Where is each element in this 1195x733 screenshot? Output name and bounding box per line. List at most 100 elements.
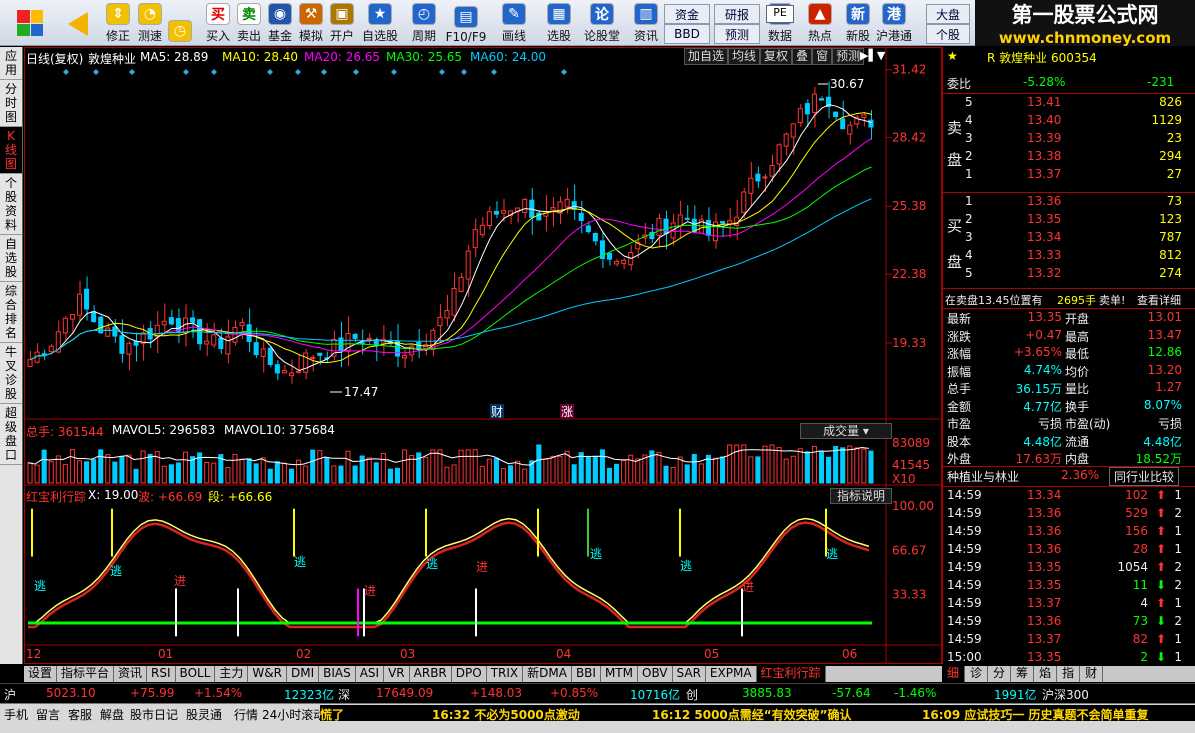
right-tab[interactable]: 细 bbox=[942, 666, 966, 682]
toolbar-button-period[interactable]: ◴ 周期 bbox=[404, 2, 444, 44]
industry-compare-button[interactable]: 同行业比较 bbox=[1109, 467, 1180, 486]
status-item[interactable]: 解盘 bbox=[100, 706, 124, 723]
status-item[interactable]: 留言 bbox=[36, 706, 60, 723]
industry-row: 种植业与林业 2.36% 同行业比较 bbox=[943, 467, 1195, 486]
toolbar-button-ipo[interactable]: 新新股 bbox=[838, 2, 878, 44]
indicator-tab[interactable]: 指标平台 bbox=[57, 666, 115, 682]
toolbar-small-button[interactable]: 研报 bbox=[714, 4, 760, 24]
left-tab-4[interactable]: 自选股 bbox=[0, 235, 22, 282]
candle-body bbox=[804, 103, 810, 115]
toolbar-button-label: 周期 bbox=[411, 29, 436, 43]
left-tab-3[interactable]: 个股资料 bbox=[0, 174, 22, 235]
back-button[interactable] bbox=[58, 2, 98, 44]
hs300-label: 沪深300 bbox=[1042, 688, 1089, 702]
chart-top-button[interactable]: 加自选 bbox=[684, 48, 729, 65]
candle-body bbox=[776, 144, 782, 165]
pe-button[interactable] bbox=[722, 22, 752, 44]
indicator-tab[interactable]: ASI bbox=[356, 666, 385, 682]
candle-body bbox=[811, 93, 817, 113]
indicator-tab[interactable]: W&R bbox=[248, 666, 287, 682]
indicator-tab[interactable]: 红宝利行踪 bbox=[756, 666, 826, 682]
toolbar-button-draw-line[interactable]: ✎ 画线 bbox=[494, 2, 534, 44]
chart-top-button[interactable]: 叠 bbox=[792, 48, 813, 65]
left-tab-6[interactable]: 牛叉诊股 bbox=[0, 343, 22, 404]
indicator-tab[interactable]: BBI bbox=[572, 666, 601, 682]
right-tab[interactable]: 分 bbox=[988, 666, 1012, 682]
toolbar-button-forum[interactable]: 论论股堂 bbox=[582, 2, 622, 44]
left-tab-7[interactable]: 超级盘口 bbox=[0, 404, 22, 465]
toolbar-button-hot[interactable]: ▲ 热点 bbox=[800, 2, 840, 44]
indicator-tab[interactable]: OBV bbox=[638, 666, 673, 682]
toolbar-button-hk-connect[interactable]: 港沪港通 bbox=[874, 2, 914, 44]
status-item[interactable]: 行情 bbox=[234, 706, 258, 723]
toolbar-button-lock[interactable]: ▣ 开户 bbox=[322, 2, 362, 44]
toolbar-small-button[interactable]: 大盘 bbox=[926, 4, 970, 24]
app-logo[interactable] bbox=[10, 2, 50, 44]
indicator-tab[interactable]: 设置 bbox=[24, 666, 58, 682]
left-tab-1[interactable]: 分时图 bbox=[0, 80, 22, 127]
tick-volume: 102 bbox=[1125, 488, 1148, 502]
chart-top-button[interactable]: 均线 bbox=[728, 48, 761, 65]
indicator-tab[interactable]: DMI bbox=[287, 666, 320, 682]
left-tab-0[interactable]: 应用 bbox=[0, 47, 22, 80]
indicator-tab[interactable]: MTM bbox=[601, 666, 638, 682]
toolbar-button-clock[interactable]: ◷ bbox=[160, 2, 200, 44]
toolbar-small-button[interactable]: BBD bbox=[664, 24, 710, 44]
price-tick-label: 28.42 bbox=[892, 130, 926, 144]
chart-top-button[interactable]: 复权 bbox=[760, 48, 793, 65]
escape-signal-label: 逃 bbox=[426, 557, 438, 571]
left-tab-2[interactable]: K线图 bbox=[0, 127, 22, 174]
sell-side-label: 盘 bbox=[947, 151, 963, 169]
volume-bar bbox=[324, 457, 330, 484]
toolbar-button-f10[interactable]: ▤ F10/F9 bbox=[446, 2, 486, 44]
news-item[interactable]: 16:09 应试技巧一 历史真题不会简单重复 bbox=[922, 706, 1149, 723]
indicator-tab[interactable]: SAR bbox=[673, 666, 706, 682]
news-ticker[interactable]: 慌了 16:32 不必为5000点激动 16:12 5000点需经“有效突破”确… bbox=[320, 705, 1195, 723]
indicator-tab[interactable]: RSI bbox=[147, 666, 176, 682]
news-item[interactable]: 慌了 bbox=[320, 706, 344, 723]
status-item[interactable]: 手机 bbox=[4, 706, 28, 723]
toolbar-button-stock-picker[interactable]: ▦ 选股 bbox=[539, 2, 579, 44]
indicator-tab[interactable]: EXPMA bbox=[706, 666, 757, 682]
toolbar-small-button[interactable]: 资金 bbox=[664, 4, 710, 24]
favorite-icon[interactable]: ★ bbox=[947, 49, 958, 63]
notice-detail-link[interactable]: 查看详细 bbox=[1137, 292, 1181, 308]
vol-indicator-select[interactable]: 成交量 ▾ bbox=[800, 423, 892, 439]
right-tab[interactable]: 指 bbox=[1057, 666, 1081, 682]
chart-arrow-icon[interactable]: ▶▌▼ bbox=[860, 49, 885, 62]
toolbar-button-watchlist[interactable]: ★ 自选股 bbox=[360, 2, 400, 44]
news-item[interactable]: 16:32 不必为5000点激动 bbox=[432, 706, 580, 723]
right-tab[interactable]: 诊 bbox=[965, 666, 989, 682]
status-item[interactable]: 24小时滚动 bbox=[262, 706, 325, 723]
ind-explain-button[interactable]: 指标说明 bbox=[830, 488, 892, 504]
toolbar-small-button[interactable]: 个股 bbox=[926, 24, 970, 44]
vol-select-value: 成交量 bbox=[823, 424, 860, 438]
news-item[interactable]: 16:12 5000点需经“有效突破”确认 bbox=[652, 706, 852, 723]
right-tab[interactable]: 焰 bbox=[1034, 666, 1058, 682]
quote-panel: ★ R 敦煌种业 600354 委比 -5.28% -231 5 13.41 826 4 13.4… bbox=[942, 47, 1195, 664]
left-tab-5[interactable]: 综合排名 bbox=[0, 282, 22, 343]
volume-bar bbox=[168, 464, 174, 484]
indicator-tab[interactable]: 新DMA bbox=[523, 666, 572, 682]
indicator-tab[interactable]: 主力 bbox=[215, 666, 249, 682]
chart-top-button[interactable]: 窗 bbox=[812, 48, 833, 65]
indicator-tab[interactable]: BOLL bbox=[176, 666, 216, 682]
indicator-tab[interactable]: ARBR bbox=[410, 666, 452, 682]
indicator-tab[interactable]: DPO bbox=[452, 666, 487, 682]
right-tab[interactable]: 财 bbox=[1080, 666, 1104, 682]
toolbar-button-news[interactable]: ▥ 资讯 bbox=[626, 2, 666, 44]
volume-bar bbox=[606, 467, 613, 484]
candle-body bbox=[119, 335, 125, 354]
indicator-tab[interactable]: TRIX bbox=[487, 666, 524, 682]
pe-badge[interactable]: PE bbox=[766, 5, 794, 23]
status-item[interactable]: 股灵通 bbox=[186, 706, 222, 723]
indicator-tab[interactable]: VR bbox=[384, 666, 410, 682]
right-tab[interactable]: 筹 bbox=[1011, 666, 1035, 682]
indicator-tab[interactable]: BIAS bbox=[319, 666, 356, 682]
volume-bar bbox=[373, 462, 379, 484]
status-item[interactable]: 客服 bbox=[68, 706, 92, 723]
status-item[interactable]: 股市日记 bbox=[130, 706, 178, 723]
tick-price: 13.36 bbox=[1027, 614, 1062, 628]
indicator-tab[interactable]: 资讯 bbox=[114, 666, 148, 682]
kline-chart[interactable]: 31.42 28.42 25.38 22.38 19.33 30.67 17.47 财 涨 830… bbox=[24, 47, 942, 664]
